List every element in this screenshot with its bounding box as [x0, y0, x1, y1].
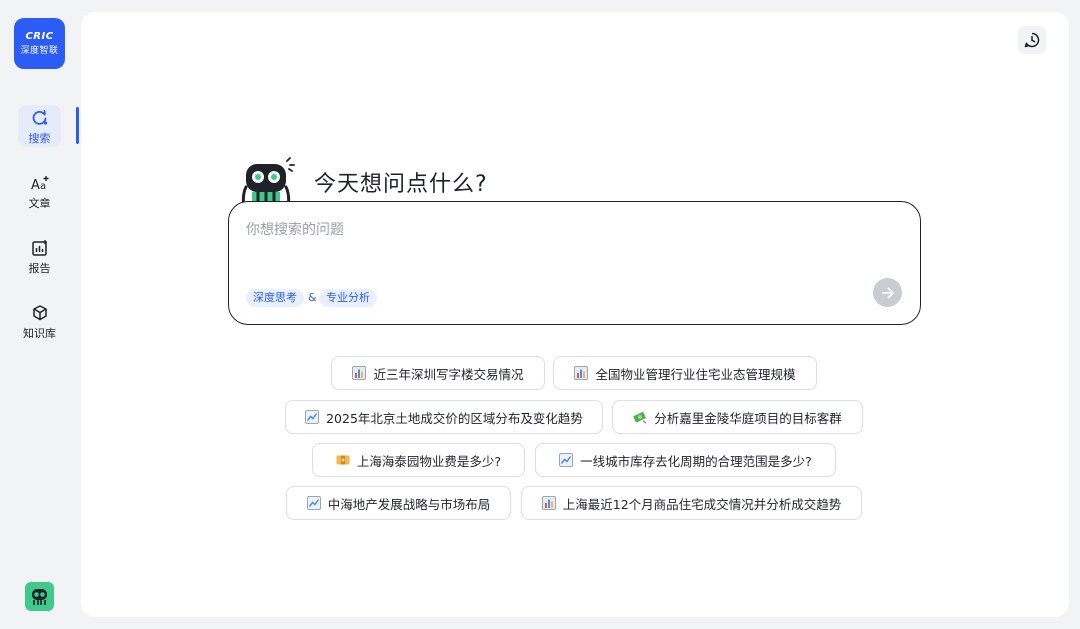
- deep-thinking-tag[interactable]: 深度思考: [246, 289, 304, 307]
- robot-icon: [32, 589, 47, 605]
- trend-line-icon: [305, 410, 320, 424]
- suggestion-text: 上海海泰园物业费是多少?: [356, 453, 502, 469]
- suggestion-text: 分析嘉里金陵华庭项目的目标客群: [654, 410, 842, 426]
- suggestion-text: 中海地产发展战略与市场布局: [327, 496, 491, 512]
- trend-line-icon: [559, 453, 574, 467]
- logo-wordmark: CRIC: [25, 31, 54, 42]
- sidebar-item-label: 搜索: [28, 132, 51, 145]
- sidebar-item-label: 文章: [28, 197, 51, 210]
- greeting-heading: 今天想问点什么?: [314, 172, 488, 197]
- money-icon: [633, 410, 647, 424]
- bar-chart-icon: [574, 366, 589, 380]
- bar-chart-icon: [541, 496, 556, 510]
- trend-line-icon: [306, 496, 321, 510]
- suggestion-text: 上海最近12个月商品住宅成交情况并分析成交趋势: [562, 496, 842, 512]
- sidebar-item-report[interactable]: 报告: [18, 235, 61, 277]
- suggestion-text: 一线城市库存去化周期的合理范围是多少?: [580, 453, 812, 469]
- sidebar-item-search[interactable]: 搜索: [18, 105, 61, 147]
- sidebar-item-knowledge[interactable]: 知识库: [18, 300, 61, 342]
- knowledge-cube-icon: [18, 304, 61, 324]
- sidebar-item-label: 报告: [28, 262, 51, 275]
- main-panel: 今天想问点什么? 深度思考 & 专业分析 近三年深圳写字楼交易情况 全国物业管理…: [81, 12, 1069, 617]
- sidebar-item-label: 知识库: [23, 327, 56, 340]
- sidebar-item-article[interactable]: Aa 文章: [18, 170, 61, 212]
- report-chart-icon: [18, 239, 61, 259]
- arrow-right-icon: [881, 287, 894, 298]
- suggestion-chip[interactable]: 上海最近12个月商品住宅成交情况并分析成交趋势: [521, 486, 862, 520]
- suggestion-chip[interactable]: 一线城市库存去化周期的合理范围是多少?: [535, 443, 836, 477]
- history-button[interactable]: [1018, 26, 1046, 54]
- suggestion-chip[interactable]: 近三年深圳写字楼交易情况: [331, 356, 545, 390]
- search-input[interactable]: [246, 218, 886, 242]
- app-logo[interactable]: CRIC 深度智联: [14, 18, 65, 69]
- svg-text:A: A: [31, 178, 40, 192]
- suggestion-chip[interactable]: 分析嘉里金陵华庭项目的目标客群: [612, 400, 863, 434]
- logo-subtitle: 深度智联: [20, 46, 59, 56]
- suggestion-text: 近三年深圳写字楼交易情况: [373, 366, 524, 382]
- chat-history-icon: [1024, 32, 1040, 48]
- suggestion-chip[interactable]: 2025年北京土地成交价的区域分布及变化趋势: [285, 400, 603, 434]
- search-refresh-icon: [18, 109, 61, 129]
- bar-chart-icon: [352, 366, 367, 380]
- assistant-avatar[interactable]: [25, 582, 54, 611]
- suggestion-chip[interactable]: 全国物业管理行业住宅业态管理规模: [553, 356, 817, 390]
- suggestion-text: 全国物业管理行业住宅业态管理规模: [595, 366, 796, 382]
- text-sparkle-icon: Aa: [18, 174, 61, 194]
- suggestion-chip[interactable]: 中海地产发展战略与市场布局: [286, 486, 511, 520]
- suggestion-text: 2025年北京土地成交价的区域分布及变化趋势: [326, 410, 583, 426]
- coin-icon: [336, 453, 350, 467]
- search-box: 深度思考 & 专业分析: [228, 201, 921, 325]
- suggestion-chip[interactable]: 上海海泰园物业费是多少?: [312, 443, 525, 477]
- send-button[interactable]: [873, 278, 902, 307]
- professional-analysis-tag[interactable]: 专业分析: [319, 289, 377, 307]
- tag-joiner: &: [308, 291, 317, 304]
- active-indicator: [76, 107, 79, 144]
- svg-text:a: a: [40, 181, 46, 192]
- sidebar: CRIC 深度智联 搜索 Aa 文章 报告 知识库: [0, 0, 80, 629]
